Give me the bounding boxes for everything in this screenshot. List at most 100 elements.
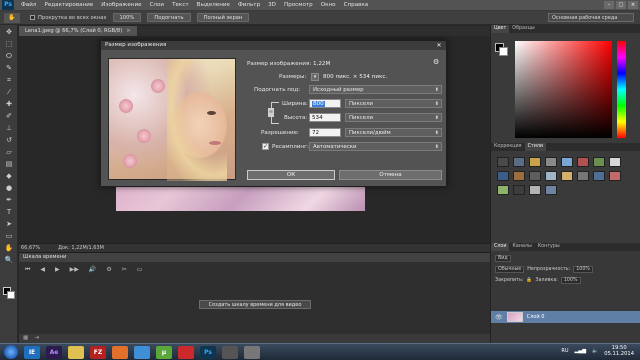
image-preview[interactable] [108, 58, 236, 181]
blur-tool-icon[interactable]: ◆ [3, 171, 15, 181]
style-swatch[interactable] [593, 171, 605, 181]
start-button[interactable] [4, 345, 18, 359]
brush-tool-icon[interactable]: ✐ [3, 111, 15, 121]
zoom-tool-icon[interactable]: 🔍 [3, 255, 15, 265]
tab-channels[interactable]: Каналы [509, 243, 534, 251]
zoom-level[interactable]: 66,67% [21, 245, 40, 251]
cancel-button[interactable]: Отмена [339, 170, 442, 180]
style-swatch[interactable] [497, 157, 509, 167]
style-swatch[interactable] [497, 185, 509, 195]
close-window-button[interactable]: × [628, 1, 638, 9]
menu-layers[interactable]: Слои [146, 2, 169, 8]
close-icon[interactable]: ✕ [435, 42, 443, 49]
style-swatch[interactable] [609, 157, 621, 167]
menu-select[interactable]: Выделение [193, 2, 234, 8]
hue-slider[interactable] [617, 41, 626, 138]
tab-swatches[interactable]: Образцы [509, 25, 537, 33]
ok-button[interactable]: ОК [247, 170, 335, 180]
taskbar-skype-icon[interactable] [134, 345, 150, 359]
dimensions-units-button[interactable]: ▾ [311, 73, 319, 81]
close-tab-icon[interactable]: × [126, 28, 130, 34]
style-swatch[interactable] [513, 171, 525, 181]
hand-tool-icon[interactable]: ✋ [3, 243, 15, 253]
style-swatch[interactable] [593, 157, 605, 167]
split-icon[interactable]: ✂ [122, 266, 127, 274]
crop-tool-icon[interactable]: ⌗ [3, 75, 15, 85]
style-swatch[interactable] [545, 171, 557, 181]
resample-select[interactable]: Автоматически ⬍ [309, 142, 442, 151]
color-panel-background[interactable] [499, 47, 508, 56]
style-swatch[interactable] [529, 171, 541, 181]
volume-icon[interactable]: 🔈 [592, 348, 598, 354]
clock[interactable]: 19:50 05.11.2014 [604, 345, 634, 357]
layer-filter-select[interactable]: Вид [495, 254, 511, 262]
tab-paths[interactable]: Контуры [535, 243, 563, 251]
audio-icon[interactable]: 🔊 [89, 266, 96, 274]
history-brush-tool-icon[interactable]: ↺ [3, 135, 15, 145]
hand-tool-icon[interactable]: ✋ [4, 12, 20, 23]
taskbar-firefox-icon[interactable] [112, 345, 128, 359]
style-swatch[interactable] [561, 157, 573, 167]
fill-input[interactable]: 100% [560, 276, 581, 284]
taskbar-opera-icon[interactable] [178, 345, 194, 359]
blend-mode-select[interactable]: Обычные [495, 265, 525, 273]
clone-stamp-tool-icon[interactable]: ⊥ [3, 123, 15, 133]
style-swatch[interactable] [529, 157, 541, 167]
taskbar-media-icon[interactable] [222, 345, 238, 359]
menu-filter[interactable]: Фильтр [234, 2, 264, 8]
move-tool-icon[interactable]: ✥ [3, 27, 15, 37]
minimize-button[interactable]: – [604, 1, 614, 9]
fit-to-select[interactable]: Исходный размер ⬍ [309, 85, 442, 94]
height-unit-select[interactable]: Пиксели ⬍ [345, 113, 442, 122]
gear-icon[interactable]: ⚙ [433, 58, 439, 66]
shape-tool-icon[interactable]: ▭ [3, 231, 15, 241]
lasso-tool-icon[interactable]: ⵔ [3, 51, 15, 61]
style-swatch[interactable] [529, 185, 541, 195]
tab-layers[interactable]: Слои [491, 243, 510, 251]
menu-3d[interactable]: 3D [264, 2, 280, 8]
dodge-tool-icon[interactable]: ● [3, 183, 15, 193]
style-swatch[interactable] [545, 157, 557, 167]
document-size-info[interactable]: Док: 1,22M/1,63M [58, 245, 104, 251]
style-swatch[interactable] [577, 157, 589, 167]
style-swatch[interactable] [513, 157, 525, 167]
menu-help[interactable]: Справка [340, 2, 373, 8]
layer-row[interactable]: 👁 Слой 0 [491, 311, 640, 323]
menu-view[interactable]: Просмотр [280, 2, 317, 8]
gradient-tool-icon[interactable]: ▤ [3, 159, 15, 169]
taskbar-after-effects-icon[interactable]: Ae [46, 345, 62, 359]
menu-edit[interactable]: Редактирование [40, 2, 97, 8]
tab-adjustments[interactable]: Коррекция [491, 143, 525, 151]
background-color-swatch[interactable] [7, 291, 15, 299]
height-input[interactable]: 534 [309, 113, 341, 122]
language-indicator[interactable]: RU [561, 348, 568, 354]
scroll-all-checkbox[interactable] [30, 15, 35, 20]
fill-screen-button[interactable]: Полный экран [196, 13, 250, 22]
resolution-unit-select[interactable]: Пиксели/дюйм ⬍ [345, 128, 442, 137]
resample-checkbox[interactable]: ✓ [262, 143, 269, 150]
fit-screen-button[interactable]: Подогнать [147, 13, 191, 22]
play-icon[interactable]: ▶ [55, 266, 60, 274]
style-swatch[interactable] [561, 171, 573, 181]
style-swatch[interactable] [545, 185, 557, 195]
path-select-tool-icon[interactable]: ➤ [3, 219, 15, 229]
visibility-eye-icon[interactable]: 👁 [495, 314, 503, 321]
tab-styles[interactable]: Стили [524, 143, 547, 151]
resolution-input[interactable]: 72 [309, 128, 341, 137]
render-icon[interactable]: ⇥ [34, 334, 39, 343]
width-unit-select[interactable]: Пиксели ⬍ [345, 99, 442, 108]
style-swatch[interactable] [577, 171, 589, 181]
menu-type[interactable]: Текст [168, 2, 193, 8]
opacity-input[interactable]: 100% [573, 265, 593, 273]
taskbar-utorrent-icon[interactable]: µ [156, 345, 172, 359]
maximize-button[interactable]: □ [616, 1, 626, 9]
network-icon[interactable]: ▂▄▆ [575, 348, 587, 354]
transition-icon[interactable]: ▭ [137, 266, 143, 274]
taskbar-photoshop-icon[interactable]: Ps [200, 345, 216, 359]
timeline-title[interactable]: Шкала времени [19, 253, 490, 262]
width-input[interactable]: 800 [309, 99, 341, 108]
eyedropper-tool-icon[interactable]: ⁄ [3, 87, 15, 97]
lock-icon[interactable]: 🔒 [526, 278, 532, 283]
previous-frame-icon[interactable]: ◀ [40, 266, 45, 274]
document-tab[interactable]: Lena1.jpeg @ 66,7% (Слой 0, RGB/8) × [19, 26, 137, 36]
